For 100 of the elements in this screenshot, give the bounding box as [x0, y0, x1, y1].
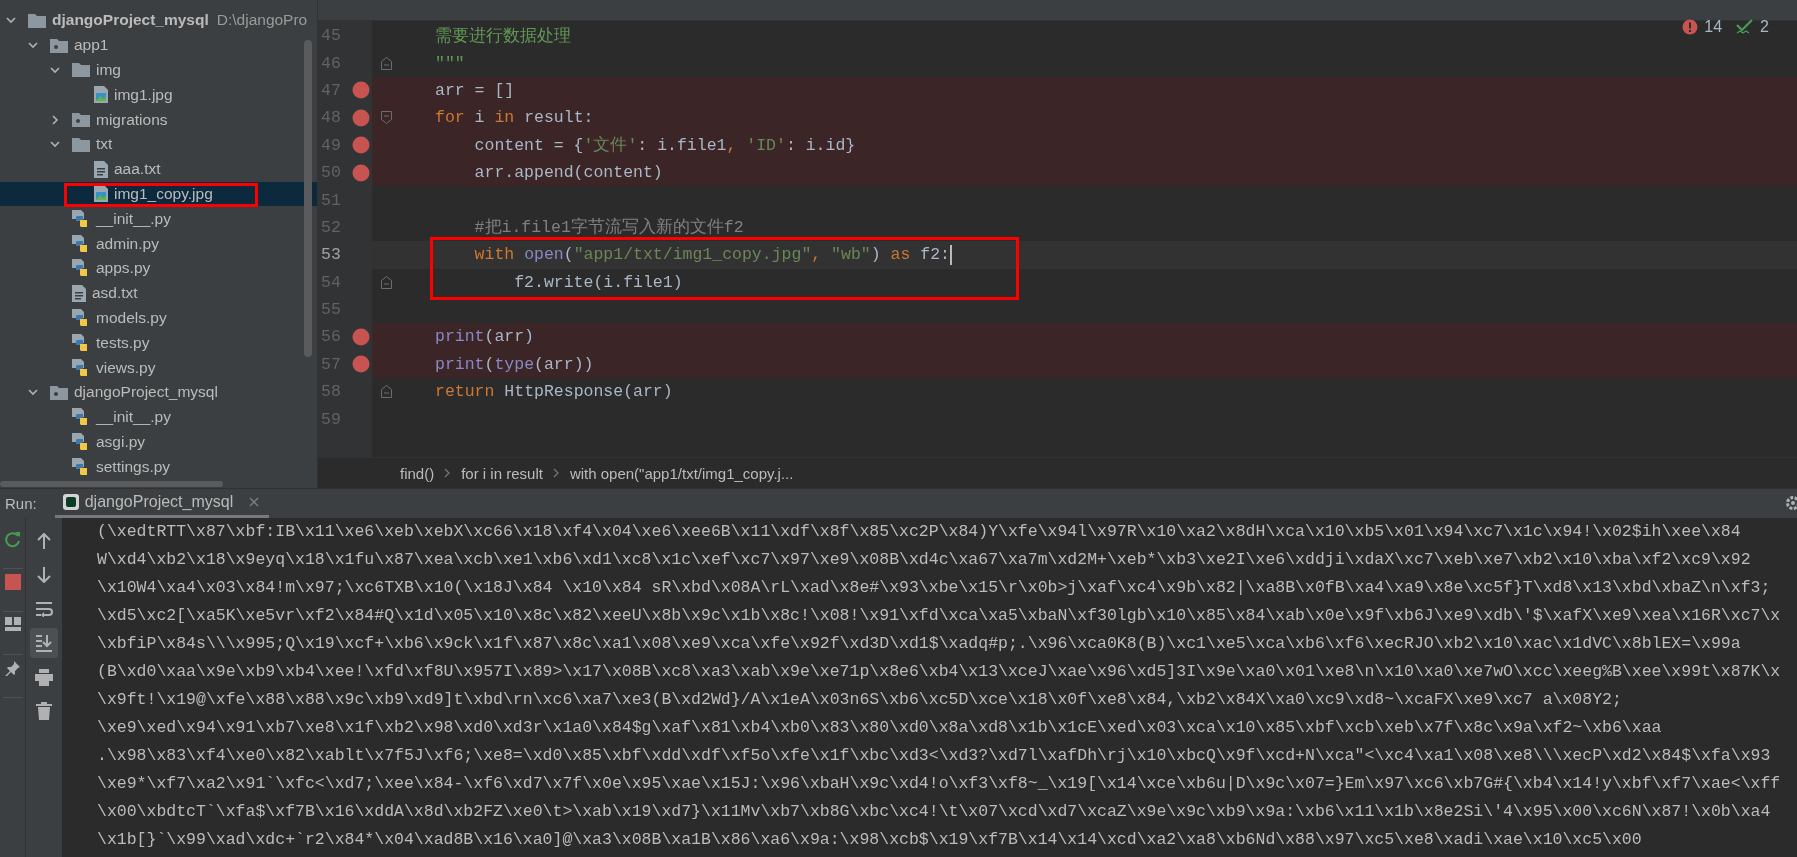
breakpoint-icon[interactable] — [352, 355, 370, 374]
fold-icon[interactable] — [381, 275, 392, 289]
console-line: \xe9*\xf7\xa2\x91`\xfc<\xd7;\xee\x84-\xf6\xd7\x7f\x0e\x95\xae\x15J:\x96\xbaH\x9c\xd4!o\xf3\xf8~_\x19[\x14\xce\xb6u|D\x9c\x07=}Em\x97\xc6\xb7G#{\xb4\x14!y\xbf\xf7\xae<\xff — [97, 773, 1782, 795]
tree-item[interactable]: djangoProject_mysql D:\djangoPro — [0, 8, 317, 33]
tree-item[interactable]: models.py — [0, 305, 317, 331]
folder-icon — [28, 12, 46, 28]
breadcrumb-item[interactable]: find() — [400, 464, 435, 482]
tree-item[interactable]: __init__.py — [0, 404, 317, 430]
image-file-icon — [94, 86, 108, 104]
console-line: (B\xd0\xaa\x9e\xb9\xb4\xee!\xfd\xf8U\x957I\x89>\x17\x08B\xc8\xa3\xab\x9e\xe71p\x8e6\xb4\x13\xceJ\xae\x96\xd5]3I\x9e\xa0\x01\xe8\n\x10\xa0\xe7wO\xcc\xeeg%B\xee\x99t\x87K\x — [97, 661, 1782, 683]
error-count: 14 — [1704, 18, 1723, 36]
text-cursor — [949, 244, 952, 265]
python-file-icon — [72, 259, 90, 278]
code-line: print(arr) — [435, 327, 535, 347]
chevron-down-icon[interactable] — [49, 64, 61, 76]
python-file-icon — [72, 457, 90, 476]
text-file-icon — [72, 284, 86, 302]
code-line: arr = [] — [435, 80, 515, 100]
tree-item[interactable]: txt — [0, 132, 317, 157]
code-line: 需要进行数据处理 — [435, 25, 571, 47]
folder-icon — [50, 384, 68, 400]
folder-icon — [72, 136, 90, 152]
panel-title: Run: — [5, 495, 37, 512]
python-file-icon — [72, 308, 90, 327]
check-icon[interactable] — [1736, 19, 1755, 35]
python-file-icon — [72, 358, 90, 377]
python-file-icon — [72, 408, 90, 427]
console-line: \xbfiP\x84s\\\x995;Q\x19\xcf+\xb6\x9ck\x1f\x87\x8c\xa1\x08\xe9\xca\xfe\x92f\xd3D\xd1$\xadq#p;.\x96\xca0K8(B)\xc1\xe5\xca\xb6\xf6\xecRJO\xb2\x10\xac\x1dVC\x8blEX=\x99a — [97, 633, 1742, 655]
run-tab[interactable]: djangoProject_mysql — [54, 489, 270, 518]
code-line: arr.append(content) — [473, 163, 663, 183]
code-line: for i in result: — [435, 108, 594, 128]
breadcrumb-item[interactable]: for i in result — [461, 464, 543, 482]
code-comment: #把i.file1字节流写入新的文件f2 — [473, 216, 744, 239]
python-file-icon — [72, 234, 90, 253]
breakpoint-icon[interactable] — [352, 163, 370, 182]
code-line: f2.write(i.file1) — [513, 272, 683, 292]
tree-item[interactable]: migrations — [0, 107, 317, 132]
python-file-icon — [72, 333, 90, 352]
line-number: 53 — [320, 244, 342, 267]
tree-item[interactable]: img1.jpg — [0, 82, 317, 108]
text-file-icon — [94, 160, 108, 178]
pin-icon[interactable] — [4, 660, 21, 676]
code-line: with open("app1/txt/img1_copy.jpg", "wb") as f2: — [473, 245, 950, 265]
console-line: \x10W4\xa4\x03\x84!m\x97;\xc6TXB\x10(\x18J\x84 \x10\x84 sR\xbd\x08A\rL\xad\x8e#\x93\xbe\x15\r\x0b>j\xaf\xc4\x9b\x82|\xa8B\x0fB\xa4\xa9\x8e\xc5f}T\xd8\x13\xbd\xbaZ\n\xf3; — [97, 577, 1772, 599]
scrollbar[interactable] — [0, 481, 223, 487]
fold-icon[interactable] — [381, 56, 392, 70]
python-file-icon — [72, 432, 90, 451]
close-icon[interactable] — [249, 497, 260, 507]
tree-item[interactable]: __init__.py — [0, 206, 317, 232]
scroll-to-end-icon[interactable] — [35, 634, 53, 652]
console-line: \x00\xbdtcT`\xfa$\xf7B\x16\xddA\x8d\xb2FZ\xe0\t>\xab\x19\xd7}\x11Mv\xb7\xb8G\xbc\xc4!\t\x07\xcd\xd7\xcaZ\x9e\x9c\xb9\x9a:\xb6\x11\x1b\x8e2Si\'4\x95\x00\xc6N\x87!\x0b\xa4 — [97, 801, 1772, 823]
console-line: \xd5\xc2[\xa5K\xe5vr\xf2\x84#Q\x1d\x05\x10\x8c\x82\xeeU\x8b\x9c\x1b\x8c!\x08!\x91\xfd\xca\xa5\xbaN\xf30lgb\x10\x85\x84\xab\x0e\x9f\xb6J\xe9\xdb\'$\xafX\xe9\xea\x16R\xc7\x — [97, 605, 1782, 627]
tree-item[interactable]: djangoProject_mysql — [0, 379, 317, 405]
breakpoint-icon[interactable] — [352, 136, 370, 155]
code-line: content = {'文件': i.file1, 'ID': i.id} — [473, 134, 856, 157]
console-line: \x1b[}`\x99\xad\xdc+`r2\x84*\x04\xad8B\x16\xa0]@\xa3\x08B\xa1B\x86\xa6\x9a:\x98\xcb$\x19\xf7B\x14\x14\xcd\xa2\xa8\xb6Nd\x88\x97\xc5\xe8\xadi\xae\x10\xc5\x00 — [97, 829, 1643, 851]
arrow-up-icon[interactable] — [37, 533, 51, 549]
tree-item[interactable]: views.py — [0, 355, 317, 380]
warning-count: 2 — [1760, 18, 1769, 36]
stop-icon[interactable] — [4, 574, 21, 590]
soft-wrap-icon[interactable] — [35, 601, 53, 617]
project-path: D:\djangoPro — [216, 11, 308, 30]
breadcrumb-item[interactable]: with open("app1/txt/img1_copy.j... — [569, 464, 794, 482]
tree-item[interactable]: apps.py — [0, 255, 317, 281]
fold-icon[interactable] — [381, 111, 392, 125]
code-line: return HttpResponse(arr) — [435, 382, 673, 402]
console-line: .\x98\x83\xf4\xe0\x82\xablt\x7f5J\xf6;\xe8=\xd0\x85\xbf\xdd\xdf\xf5o\xfe\x1f\xbc\xd3<\xd3?\xd7l\xafDh\rj\x10\xbcQ\x9f\xcd+N\xca"<\xc4\xa1\x08\xe8\\\xecP\xd2\x84$\xfa\x93 — [97, 745, 1772, 767]
tree-item[interactable]: asgi.py — [0, 429, 317, 455]
python-file-icon — [72, 209, 90, 228]
console-line: (\xedtRTT\x87\xbf:IB\x11\xe6\xeb\xebX\xc66\x18\xf4\x04\xe6\xee6B\x11\xdf\x8f\x85\xc2P\x84)Y\xfe\x94l\x97R\x10\xa2\x8dH\xca\x10\xb5\x01\x94\xc7\x1c\x94!\x02$ih\xee\x84 — [97, 521, 1742, 543]
tree-item[interactable]: img — [0, 57, 317, 83]
folder-icon — [72, 112, 90, 128]
folder-icon — [50, 37, 68, 53]
tree-item[interactable]: settings.py — [0, 454, 317, 480]
tree-item[interactable]: app1 — [0, 32, 317, 58]
fold-icon[interactable] — [381, 385, 392, 399]
tree-item[interactable]: aaa.txt — [0, 156, 317, 182]
breakpoint-icon[interactable] — [352, 328, 370, 346]
chevron-right-icon[interactable] — [49, 113, 61, 126]
rerun-icon[interactable] — [3, 531, 22, 549]
layout-icon[interactable] — [4, 617, 21, 631]
settings-icon[interactable] — [1785, 495, 1797, 511]
console-line: \xe9\xed\x94\x91\xb7\xe8\x1f\xb2\x98\xd0\xd3r\x1a0\x84$g\xaf\x81\xb4\xb0\x83\x80\xd0\x8a\xd8\x1b\x1cE\xed\x03\xca\x10\x85\xbf\xcb\xeb\x7f\x8c\x9a\xf2~\xb6\xaa — [97, 717, 1663, 739]
trash-icon[interactable] — [36, 702, 52, 720]
code-line: """ — [435, 53, 465, 73]
scrollbar[interactable] — [304, 40, 312, 357]
chevron-right-icon — [552, 468, 560, 478]
breakpoint-icon[interactable] — [352, 81, 370, 100]
chevron-right-icon — [444, 468, 452, 478]
printer-icon[interactable] — [35, 668, 53, 686]
breakpoint-icon[interactable] — [352, 108, 370, 127]
tree-item[interactable]: asd.txt — [0, 280, 317, 306]
arrow-down-icon[interactable] — [37, 567, 51, 583]
code-line: print(type(arr)) — [435, 354, 594, 374]
tree-item[interactable]: tests.py — [0, 330, 317, 356]
console-line: \x9ft!\x19@\xfe\x88\x88\x9c\xb9\xd9]t\xbd\rn\xc6\xa7\xe3(B\xd2Wd}/A\x1eA\x03n6S\xb6\xc5D\xce\x18\x0f\xe8\x84,\xb2\x84X\xa0\xc9\xd8~\xcaFX\xe9\xc7 a\x08Y2; — [97, 689, 1623, 711]
tree-item[interactable]: admin.py — [0, 231, 317, 256]
error-icon[interactable] — [1682, 19, 1699, 35]
folder-icon — [72, 62, 90, 78]
app-icon — [62, 494, 79, 510]
